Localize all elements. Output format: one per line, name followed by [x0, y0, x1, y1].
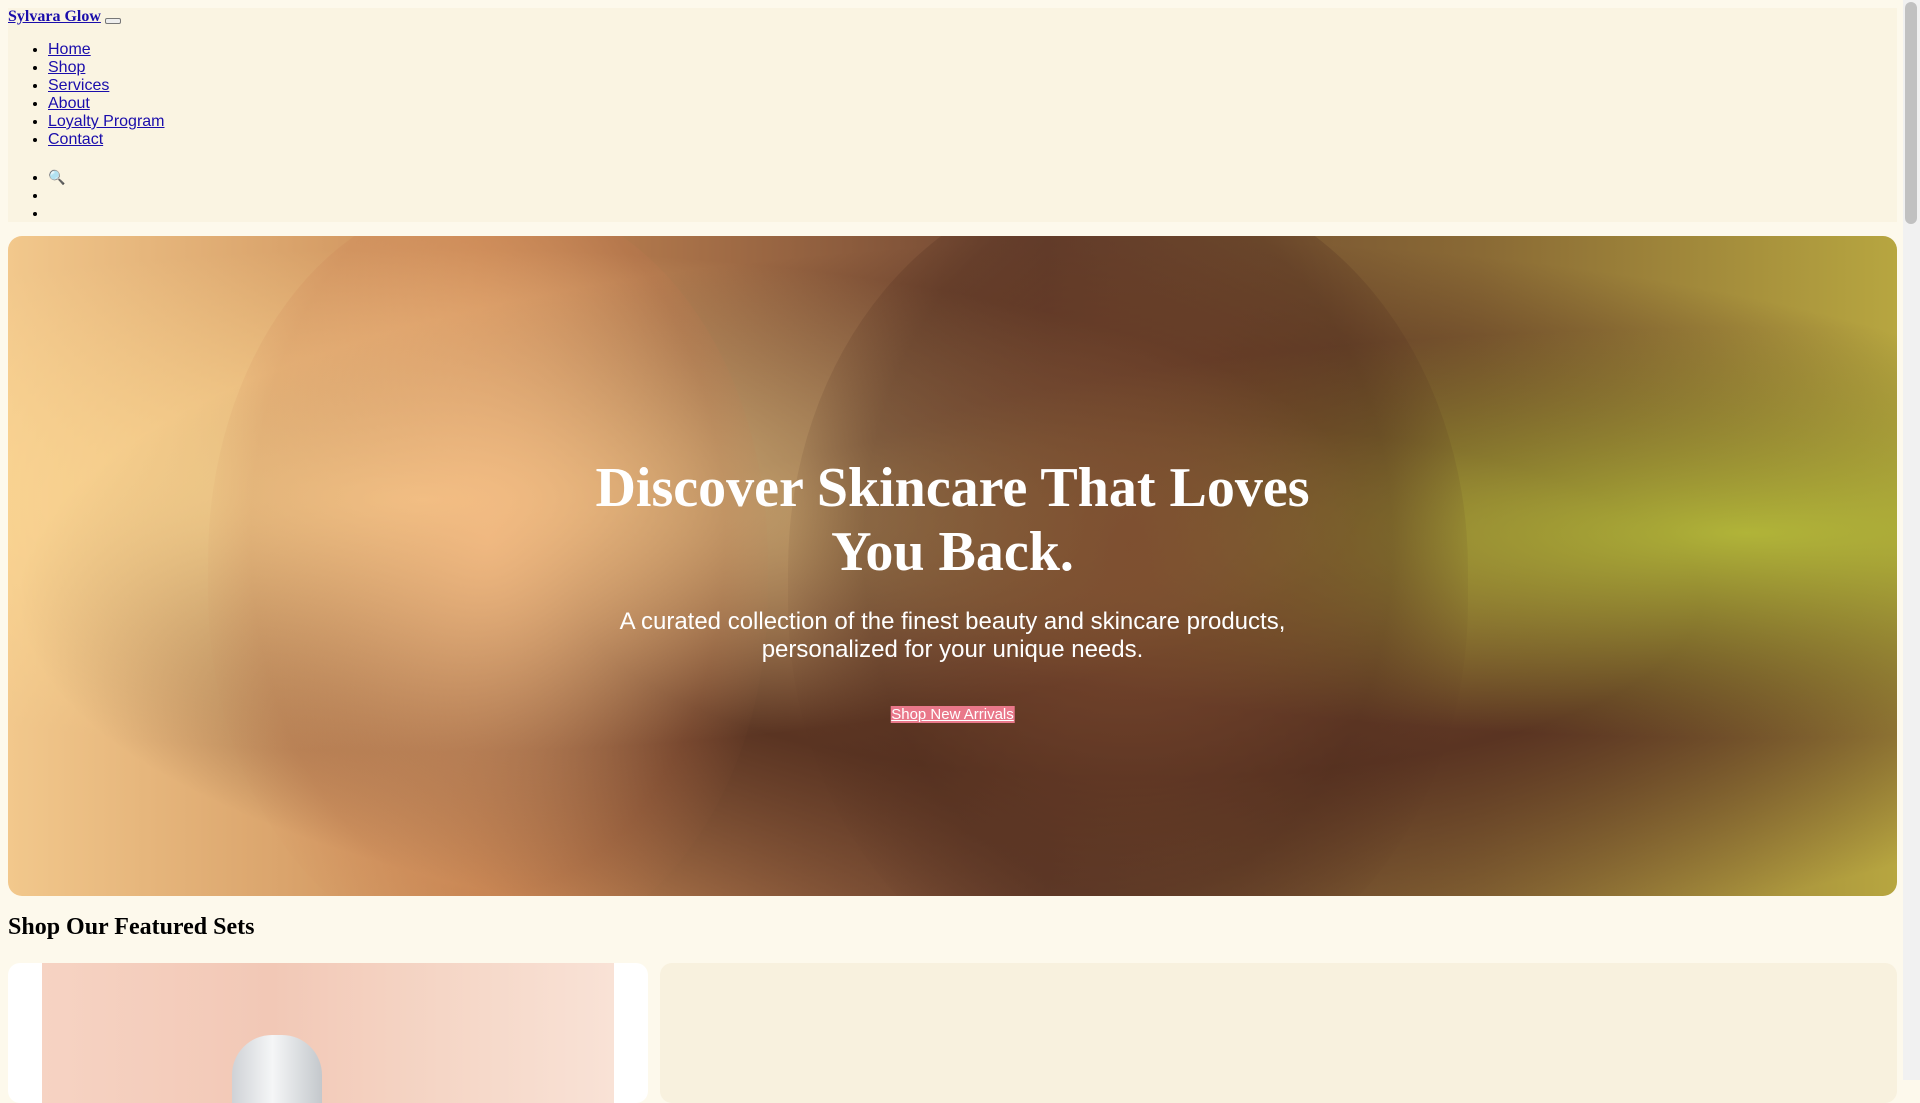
page: Sylvara Glow Home Shop Services About Lo…: [8, 8, 1897, 1103]
header-icon-item: [48, 204, 65, 222]
main-nav: Home Shop Services About Loyalty Program…: [8, 41, 165, 149]
header-icon-item: 🔍: [48, 168, 65, 186]
hero-title: Discover Skincare That Loves You Back.: [595, 457, 1310, 583]
hero-subtitle: A curated collection of the finest beaut…: [619, 608, 1286, 663]
featured-set-card[interactable]: [660, 963, 1897, 1103]
search-icon[interactable]: 🔍: [48, 169, 65, 185]
page-scrollbar[interactable]: [1903, 0, 1920, 1080]
nav-item-about: About: [48, 95, 165, 113]
nav-item-contact: Contact: [48, 131, 165, 149]
nav-item-services: Services: [48, 77, 165, 95]
product-bottle-image: [232, 1035, 322, 1103]
nav-link-about[interactable]: About: [48, 95, 90, 112]
brand-logo-link[interactable]: Sylvara Glow: [8, 8, 101, 26]
nav-item-loyalty: Loyalty Program: [48, 113, 165, 131]
nav-link-shop[interactable]: Shop: [48, 59, 85, 76]
nav-link-contact[interactable]: Contact: [48, 131, 103, 148]
shop-new-arrivals-button[interactable]: Shop New Arrivals: [890, 706, 1015, 723]
product-image: [42, 963, 614, 1103]
featured-set-card[interactable]: [8, 963, 648, 1103]
hero-banner: Discover Skincare That Loves You Back. A…: [8, 236, 1897, 896]
featured-sets-title: Shop Our Featured Sets: [8, 914, 255, 940]
nav-item-shop: Shop: [48, 59, 165, 77]
nav-link-home[interactable]: Home: [48, 41, 91, 58]
scrollbar-thumb[interactable]: [1905, 2, 1917, 224]
site-header: Sylvara Glow Home Shop Services About Lo…: [8, 8, 1897, 222]
nav-link-loyalty-program[interactable]: Loyalty Program: [48, 113, 165, 130]
featured-sets-grid: [8, 963, 1897, 1103]
nav-link-services[interactable]: Services: [48, 77, 109, 94]
header-icons: 🔍: [8, 168, 65, 222]
nav-item-home: Home: [48, 41, 165, 59]
nav-toggle-button[interactable]: [105, 18, 121, 24]
header-icon-item: [48, 186, 65, 204]
